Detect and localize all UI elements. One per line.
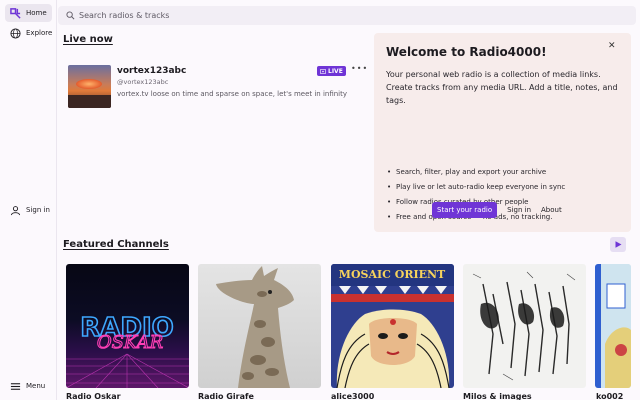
start-radio-button[interactable]: Start your radio: [432, 202, 498, 218]
live-badge: LIVE: [317, 66, 346, 76]
svg-text:MOSAIC ORIENT: MOSAIC ORIENT: [339, 268, 446, 281]
live-channel-card[interactable]: vortex123abc @vortex123abc vortex.tv loo…: [68, 64, 367, 112]
search-input[interactable]: [79, 11, 619, 20]
welcome-intro-line: Your personal web radio is a collection …: [386, 70, 601, 79]
svg-text:OSKAR: OSKAR: [97, 332, 163, 353]
radio-oskar-artwork: RADIO OSKAR: [66, 312, 189, 388]
channel-card-title[interactable]: ko002: [596, 392, 636, 400]
channel-card-title[interactable]: Milos & images: [463, 392, 532, 400]
mosaic-orient-artwork: MOSAIC ORIENT: [331, 264, 454, 388]
feature-item: Play live or let auto-radio keep everyon…: [386, 183, 565, 198]
search-bar[interactable]: [58, 6, 636, 25]
sidebar-item-label: Home: [26, 9, 47, 17]
channel-thumbnail[interactable]: [68, 65, 111, 108]
search-icon: [66, 11, 75, 20]
channel-card-image[interactable]: [463, 264, 586, 388]
channel-name[interactable]: vortex123abc: [117, 66, 186, 76]
channel-card-image[interactable]: [595, 264, 631, 388]
channel-card-title[interactable]: alice3000: [331, 392, 374, 400]
ink-sketch-artwork: [472, 271, 576, 381]
sidebar-item-home[interactable]: Home: [5, 4, 52, 22]
sidebar-item-menu[interactable]: Menu: [5, 377, 50, 395]
signin-link[interactable]: Sign in: [507, 206, 531, 214]
channel-handle: @vortex123abc: [117, 78, 169, 86]
play-icon: [615, 241, 622, 248]
live-now-heading[interactable]: Live now: [63, 34, 113, 45]
channel-card-image[interactable]: MOSAIC ORIENT: [331, 264, 454, 388]
about-link[interactable]: About: [541, 206, 562, 214]
broadcast-icon: [320, 68, 326, 74]
welcome-panel: Welcome to Radio4000! ✕ Your personal we…: [374, 33, 631, 232]
sidebar-item-label: Menu: [26, 382, 46, 390]
sidebar: Home Explore Sign in Menu: [0, 0, 57, 400]
sidebar-item-label: Sign in: [26, 206, 50, 214]
close-icon[interactable]: ✕: [608, 41, 616, 51]
welcome-title: Welcome to Radio4000!: [386, 45, 547, 59]
giraffe-artwork: [216, 266, 294, 388]
feature-item: Search, filter, play and export your arc…: [386, 168, 565, 183]
sidebar-item-signin[interactable]: Sign in: [5, 201, 55, 219]
sidebar-item-explore[interactable]: Explore: [5, 24, 57, 42]
ko002-artwork: [595, 264, 631, 388]
more-options-button[interactable]: •••: [351, 64, 368, 73]
welcome-intro: Your personal web radio is a collection …: [386, 68, 622, 107]
channel-card-image[interactable]: [198, 264, 321, 388]
welcome-intro-line: Create tracks from any media URL. Add a …: [386, 83, 618, 105]
channel-description: vortex.tv loose on time and sparse on sp…: [117, 90, 348, 98]
channel-card-title[interactable]: Radio Girafe: [198, 392, 254, 400]
live-badge-label: LIVE: [328, 67, 343, 75]
hamburger-menu-icon: [10, 382, 21, 390]
play-button[interactable]: [610, 237, 626, 252]
radio4000-logo-icon: [10, 7, 21, 19]
featured-channels-heading[interactable]: Featured Channels: [63, 239, 169, 250]
app-root: Home Explore Sign in Menu Search radios …: [0, 0, 640, 400]
feature-list: Search, filter, play and export your arc…: [386, 168, 565, 228]
channel-card-title[interactable]: Radio Oskar: [66, 392, 121, 400]
channel-card-image[interactable]: RADIO OSKAR: [66, 264, 189, 388]
sidebar-item-label: Explore: [26, 29, 53, 37]
globe-icon: [10, 27, 21, 39]
welcome-actions: Start your radio Sign in About: [432, 202, 562, 218]
user-icon: [10, 205, 21, 215]
